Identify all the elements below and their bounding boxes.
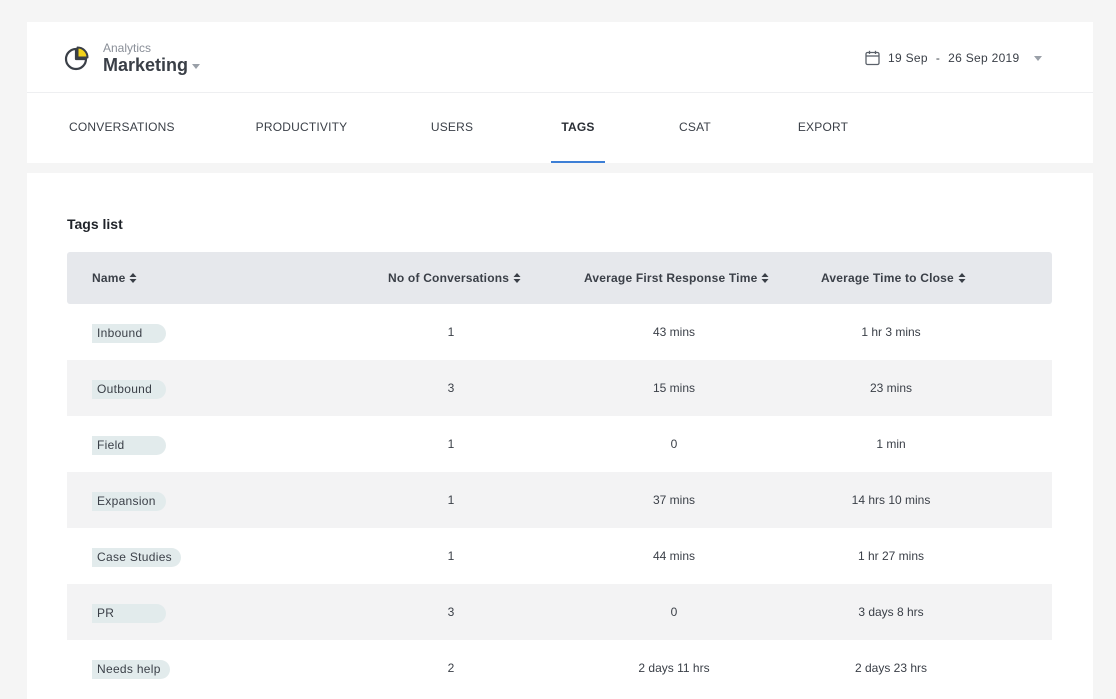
calendar-icon <box>865 50 880 66</box>
tag-label: Inbound <box>92 324 166 343</box>
conversations-count: 1 <box>447 549 455 563</box>
table-row: Inbound 1 43 mins 1 hr 3 mins <box>67 304 1052 360</box>
tab-tags[interactable]: TAGS <box>551 93 605 163</box>
tags-table: Name No of Conversations Average First R… <box>67 252 1052 696</box>
conversations-count: 3 <box>447 605 455 619</box>
first-response-time: 44 mins <box>652 549 696 563</box>
time-to-close: 23 mins <box>869 381 913 395</box>
column-header-time-to-close[interactable]: Average Time to Close <box>821 252 966 304</box>
sort-icon <box>761 272 769 283</box>
first-response-time: 2 days 11 hrs <box>638 661 710 675</box>
tag-label: Case Studies <box>92 548 181 567</box>
tag-label: PR <box>92 604 166 623</box>
tags-panel: Tags list Name No of Conversations Avera… <box>27 173 1093 699</box>
first-response-time: 15 mins <box>652 381 696 395</box>
conversations-count: 1 <box>447 325 455 339</box>
time-to-close: 1 hr 27 mins <box>857 549 925 563</box>
time-to-close: 2 days 23 hrs <box>854 661 928 675</box>
table-row: Expansion 1 37 mins 14 hrs 10 mins <box>67 472 1052 528</box>
table-row: PR 3 0 3 days 8 hrs <box>67 584 1052 640</box>
analytics-pie-icon <box>64 46 89 71</box>
table-header: Name No of Conversations Average First R… <box>67 252 1052 304</box>
time-to-close: 14 hrs 10 mins <box>851 493 931 507</box>
workspace-title: Marketing <box>103 55 189 75</box>
tag-label: Needs help <box>92 660 170 679</box>
tab-bar: CONVERSATIONS PRODUCTIVITY USERS TAGS CS… <box>27 93 1093 163</box>
sort-icon <box>129 272 137 283</box>
time-to-close: 1 min <box>876 437 906 451</box>
conversations-count: 1 <box>447 493 455 507</box>
sort-icon <box>958 272 966 283</box>
tag-label: Expansion <box>92 492 166 511</box>
date-end: 26 Sep 2019 <box>948 51 1020 65</box>
column-header-first-response[interactable]: Average First Response Time <box>584 252 769 304</box>
conversations-count: 2 <box>447 661 455 675</box>
table-row: Case Studies 1 44 mins 1 hr 27 mins <box>67 528 1052 584</box>
header-card: Analytics Marketing 19 Sep - 26 Sep 2019… <box>27 22 1093 163</box>
time-to-close: 3 days 8 hrs <box>858 605 924 619</box>
tab-productivity[interactable]: PRODUCTIVITY <box>255 93 348 163</box>
app-subtitle: Analytics <box>103 41 152 55</box>
workspace-selector[interactable]: Marketing <box>103 54 201 76</box>
date-separator: - <box>935 51 941 65</box>
tab-users[interactable]: USERS <box>427 93 477 163</box>
first-response-time: 37 mins <box>652 493 696 507</box>
tab-export[interactable]: EXPORT <box>795 93 851 163</box>
table-row: Needs help 2 2 days 11 hrs 2 days 23 hrs <box>67 640 1052 696</box>
first-response-time: 0 <box>670 605 678 619</box>
first-response-time: 43 mins <box>652 325 696 339</box>
table-row: Field 1 0 1 min <box>67 416 1052 472</box>
sort-icon <box>513 272 521 283</box>
tab-csat[interactable]: CSAT <box>675 93 715 163</box>
first-response-time: 0 <box>670 437 678 451</box>
column-header-name[interactable]: Name <box>92 252 137 304</box>
date-start: 19 Sep <box>888 51 928 65</box>
chevron-down-icon[interactable] <box>1033 55 1042 61</box>
time-to-close: 1 hr 3 mins <box>861 325 921 339</box>
table-row: Outbound 3 15 mins 23 mins <box>67 360 1052 416</box>
chevron-down-icon <box>192 63 201 69</box>
brand[interactable]: Analytics Marketing <box>63 41 201 77</box>
conversations-count: 3 <box>447 381 455 395</box>
tab-conversations[interactable]: CONVERSATIONS <box>69 93 175 163</box>
section-title: Tags list <box>67 216 123 232</box>
tag-label: Outbound <box>92 380 166 399</box>
date-range-picker[interactable]: 19 Sep - 26 Sep 2019 <box>865 49 1042 67</box>
conversations-count: 1 <box>447 437 455 451</box>
column-header-conversations[interactable]: No of Conversations <box>388 252 521 304</box>
tag-label: Field <box>92 436 166 455</box>
